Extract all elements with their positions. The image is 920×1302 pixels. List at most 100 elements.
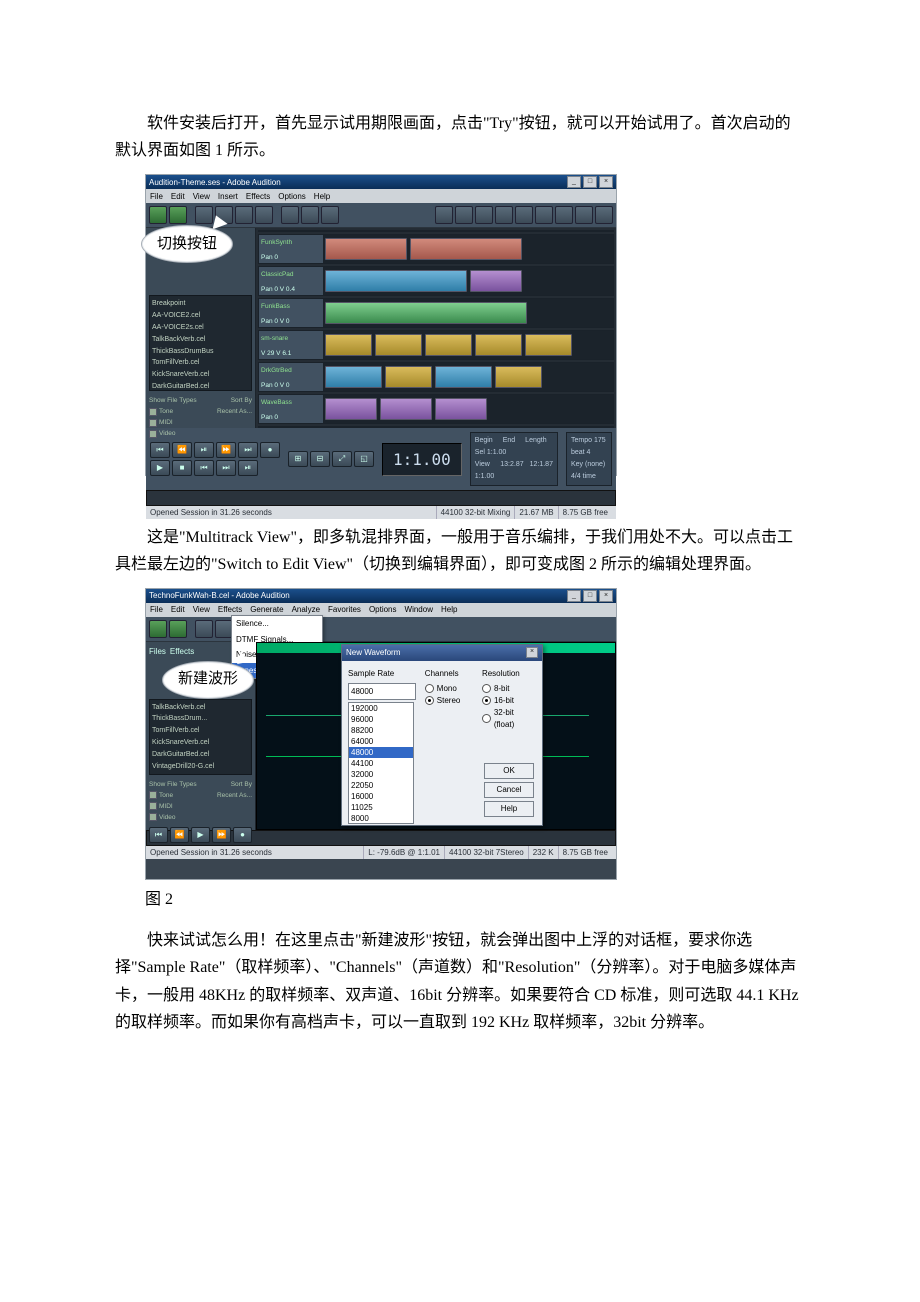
radio-icon[interactable] (482, 714, 491, 723)
menu-item[interactable]: Silence... (232, 616, 322, 632)
multitrack-view-button[interactable] (169, 620, 187, 638)
ok-button[interactable]: OK (484, 763, 534, 779)
close-icon[interactable]: × (599, 590, 613, 602)
transport-button[interactable]: ⏮ (194, 460, 214, 476)
rate-option[interactable]: 96000 (349, 714, 413, 725)
audio-clip[interactable] (425, 334, 472, 356)
toolbar-icon[interactable] (495, 206, 513, 224)
radio-icon[interactable] (482, 696, 491, 705)
transport-button[interactable]: ● (233, 827, 252, 843)
audio-clip[interactable] (475, 334, 522, 356)
menubar[interactable]: File Edit View Effects Generate Analyze … (146, 603, 616, 617)
toolbar-icon[interactable] (475, 206, 493, 224)
toolbar-icon[interactable] (455, 206, 473, 224)
cancel-button[interactable]: Cancel (484, 782, 534, 798)
transport-button[interactable]: ■ (172, 460, 192, 476)
rate-option[interactable]: 16000 (349, 791, 413, 802)
audio-clip[interactable] (325, 398, 377, 420)
file-item[interactable]: KickSnareVerb.cel (152, 737, 249, 749)
timeline-ruler-bottom[interactable] (258, 426, 614, 428)
toolbar-icon[interactable] (321, 206, 339, 224)
menu-favorites[interactable]: Favorites (328, 603, 361, 617)
menu-file[interactable]: File (150, 603, 163, 617)
file-item[interactable]: TomFillVerb.cel (152, 725, 249, 737)
file-item[interactable]: ThickBassDrumBus (152, 346, 249, 358)
menu-options[interactable]: Options (369, 603, 397, 617)
checkbox-icon[interactable] (149, 813, 157, 821)
tab-effects[interactable]: Effects (170, 645, 194, 659)
zoom-button[interactable]: ⊟ (310, 451, 330, 467)
toolbar-icon[interactable] (535, 206, 553, 224)
file-item[interactable]: ThickBassDrum... (152, 713, 249, 725)
toolbar-icon[interactable] (555, 206, 573, 224)
rate-option[interactable]: 32000 (349, 769, 413, 780)
audio-clip[interactable] (470, 270, 522, 292)
menu-file[interactable]: File (150, 190, 163, 204)
transport-button[interactable]: ⏪ (172, 442, 192, 458)
audio-clip[interactable] (325, 270, 467, 292)
transport-button[interactable]: ⏭ (216, 460, 236, 476)
transport-button[interactable]: ⏯ (194, 442, 214, 458)
audio-clip[interactable] (410, 238, 522, 260)
help-button[interactable]: Help (484, 801, 534, 817)
menu-edit[interactable]: Edit (171, 190, 185, 204)
file-item[interactable]: AA-VOICE2s.cel (152, 322, 249, 334)
toolbar-icon[interactable] (575, 206, 593, 224)
maximize-icon[interactable]: □ (583, 176, 597, 188)
menu-window[interactable]: Window (405, 603, 433, 617)
rate-option[interactable]: 44100 (349, 758, 413, 769)
transport-button[interactable]: ⏭ (238, 442, 258, 458)
audio-clip[interactable] (435, 366, 492, 388)
menu-help[interactable]: Help (441, 603, 457, 617)
transport-button[interactable]: ▶ (191, 827, 210, 843)
maximize-icon[interactable]: □ (583, 590, 597, 602)
sample-rate-input[interactable]: 48000 (348, 683, 416, 701)
toolbar-icon[interactable] (281, 206, 299, 224)
file-item[interactable]: TalkBackVerb.cel (152, 702, 249, 714)
file-item[interactable]: KickSnareVerb.cel (152, 369, 249, 381)
file-item[interactable]: DarkGuitarBed.cel (152, 749, 249, 761)
new-waveform-button[interactable] (195, 620, 213, 638)
menu-help[interactable]: Help (314, 190, 330, 204)
radio-icon[interactable] (482, 684, 491, 693)
toolbar-icon[interactable] (235, 206, 253, 224)
radio-icon[interactable] (425, 684, 434, 693)
audio-clip[interactable] (380, 398, 432, 420)
transport-button[interactable]: ⏮ (150, 442, 170, 458)
file-item[interactable]: DarkGuitarBed.cel (152, 381, 249, 393)
audio-clip[interactable] (495, 366, 542, 388)
transport-button[interactable]: ⏪ (170, 827, 189, 843)
close-icon[interactable]: × (599, 176, 613, 188)
minimize-icon[interactable]: _ (567, 590, 581, 602)
rate-option[interactable]: 8000 (349, 813, 413, 824)
transport-button[interactable]: ⏩ (212, 827, 231, 843)
file-list[interactable]: Breakpoint AA-VOICE2.cel AA-VOICE2s.cel … (149, 295, 252, 391)
audio-clip[interactable] (325, 366, 382, 388)
zoom-button[interactable]: ◱ (354, 451, 374, 467)
menu-view[interactable]: View (193, 603, 210, 617)
zoom-button[interactable]: ⤢ (332, 451, 352, 467)
menu-options[interactable]: Options (278, 190, 306, 204)
radio-icon[interactable] (425, 696, 434, 705)
transport-button[interactable]: ▶ (150, 460, 170, 476)
file-item[interactable]: TomFillVerb.cel (152, 357, 249, 369)
timeline-ruler[interactable] (258, 230, 614, 232)
audio-clip[interactable] (325, 334, 372, 356)
menubar[interactable]: File Edit View Insert Effects Options He… (146, 189, 616, 203)
checkbox-icon[interactable] (149, 419, 157, 427)
file-list[interactable]: TalkBackVerb.cel ThickBassDrum... TomFil… (149, 699, 252, 775)
toolbar-icon[interactable] (301, 206, 319, 224)
rate-option[interactable]: 192000 (349, 703, 413, 714)
rate-option[interactable]: 22050 (349, 780, 413, 791)
close-icon[interactable]: × (526, 647, 538, 658)
sample-rate-list[interactable]: 192000 96000 88200 64000 48000 44100 320… (348, 702, 414, 824)
file-item[interactable]: VintageDrill20-G.cel (152, 761, 249, 773)
checkbox-icon[interactable] (149, 791, 157, 799)
file-item[interactable]: Breakpoint (152, 298, 249, 310)
toolbar-icon[interactable] (435, 206, 453, 224)
transport-button[interactable]: ⏯ (238, 460, 258, 476)
checkbox-icon[interactable] (149, 408, 157, 416)
toolbar-icon[interactable] (255, 206, 273, 224)
edit-view-button[interactable] (149, 620, 167, 638)
file-item[interactable]: AA-VOICE2.cel (152, 310, 249, 322)
